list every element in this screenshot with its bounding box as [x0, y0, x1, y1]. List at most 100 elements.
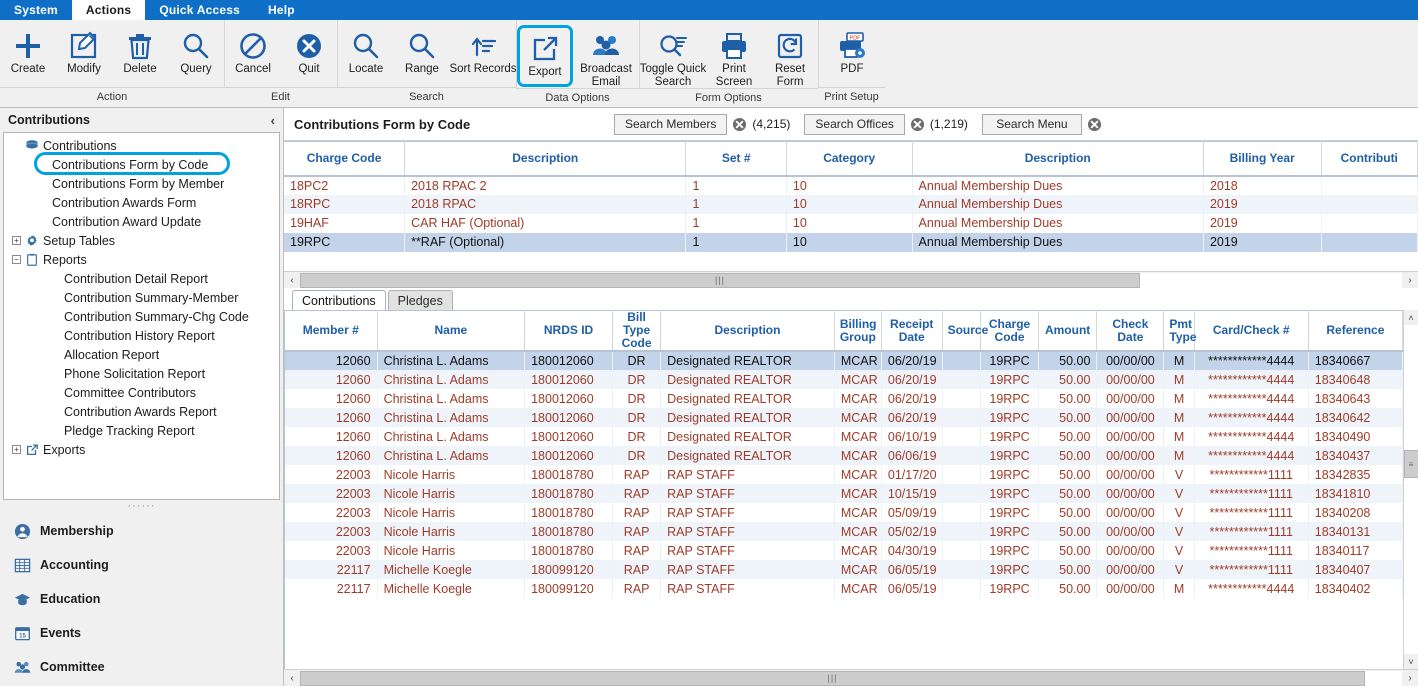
search-menu-button[interactable]: Search Menu [981, 113, 1082, 135]
tree-node-setup-tables[interactable]: + Setup Tables [4, 231, 279, 250]
clear-search-menu-icon[interactable] [1087, 117, 1102, 132]
table-row[interactable]: 12060 Christina L. Adams 180012060 DR Design… [285, 370, 1403, 389]
col-billing-year[interactable]: Billing Year [1203, 141, 1322, 177]
sidebar-item-contributions-form-by-code[interactable]: Contributions Form by Code [4, 152, 279, 175]
table-row[interactable]: 22117 Michelle Koegle 180099120 RAP RAP STAF… [285, 560, 1403, 579]
collapse-chevron-icon[interactable]: ‹ [271, 113, 275, 128]
hscroll-track[interactable]: ||| [300, 272, 1402, 288]
toggle-quick-search-button[interactable]: Toggle Quick Search [640, 25, 706, 88]
table-row-selected[interactable]: 19RPC **RAF (Optional) 1 10 Annual Membe… [284, 232, 1418, 252]
sidebar-item-allocation-report[interactable]: Allocation Report [4, 345, 279, 364]
sidebar-item-accounting[interactable]: Accounting [0, 548, 283, 582]
vscroll-thumb[interactable]: ≡ [1403, 450, 1418, 478]
table-row[interactable]: 22003 Nicole Harris 180018780 RAP RAP STAFF M… [285, 465, 1403, 484]
col-name[interactable]: Name [377, 310, 526, 352]
col-description-2[interactable]: Description [912, 141, 1204, 177]
clear-search-members-icon[interactable] [732, 117, 747, 132]
print-screen-button[interactable]: Print Screen [706, 25, 762, 88]
col-member-number[interactable]: Member # [285, 310, 378, 352]
hscroll-left-arrow-icon[interactable]: ‹ [284, 275, 300, 286]
sidebar-item-contribution-summary-chg-code[interactable]: Contribution Summary-Chg Code [4, 307, 279, 326]
col-nrds-id[interactable]: NRDS ID [524, 310, 613, 352]
hscroll-thumb[interactable]: ||| [300, 670, 1365, 686]
search-offices-button[interactable]: Search Offices [804, 113, 905, 135]
col-amount[interactable]: Amount [1038, 310, 1098, 352]
table-row[interactable]: 12060 Christina L. Adams 180012060 DR Design… [285, 389, 1403, 408]
tree-expander-plus[interactable]: + [10, 443, 23, 456]
col-description-1[interactable]: Description [404, 141, 687, 177]
col-contribution[interactable]: Contributi [1321, 141, 1418, 177]
sidebar-item-committee-contributors[interactable]: Committee Contributors [4, 383, 279, 402]
col-billing-group[interactable]: Billing Group [834, 310, 882, 352]
tree-expander[interactable] [10, 139, 23, 152]
table-row-selected[interactable]: 12060 Christina L. Adams 180012060 DR Design… [285, 351, 1403, 370]
cancel-button[interactable]: Cancel [225, 25, 281, 87]
sidebar-splitter[interactable]: ······ [0, 500, 283, 514]
col-check-date[interactable]: Check Date [1096, 310, 1165, 352]
quit-button[interactable]: Quit [281, 25, 337, 87]
tree-node-reports[interactable]: − Reports [4, 250, 279, 269]
sidebar-item-education[interactable]: Education [0, 582, 283, 616]
table-row[interactable]: 22003 Nicole Harris 180018780 RAP RAP STAFF M… [285, 541, 1403, 560]
modify-button[interactable]: Modify [56, 25, 112, 87]
charge-code-hscrollbar[interactable]: ‹ ||| › [284, 271, 1418, 288]
table-row[interactable]: 18PC2 2018 RPAC 2 1 10 Annual Membership… [284, 175, 1418, 195]
range-button[interactable]: Range [394, 25, 450, 87]
menu-item-quick-access[interactable]: Quick Access [145, 0, 254, 20]
col-card-check-number[interactable]: Card/Check # [1194, 310, 1309, 352]
tree-expander-plus[interactable]: + [10, 234, 23, 247]
col-bill-type-code[interactable]: Bill Type Code [612, 310, 662, 352]
table-row[interactable]: 22003 Nicole Harris 180018780 RAP RAP STAFF M… [285, 503, 1403, 522]
clear-search-offices-icon[interactable] [910, 117, 925, 132]
col-description[interactable]: Description [660, 310, 835, 352]
col-receipt-date[interactable]: Receipt Date [881, 310, 943, 352]
sidebar-item-contribution-summary-member[interactable]: Contribution Summary-Member [4, 288, 279, 307]
sidebar-item-committee[interactable]: Committee [0, 650, 283, 684]
hscroll-thumb[interactable]: ||| [300, 272, 1140, 288]
col-reference[interactable]: Reference [1308, 310, 1403, 352]
menu-item-system[interactable]: System [0, 0, 72, 20]
table-row[interactable]: 12060 Christina L. Adams 180012060 DR Design… [285, 408, 1403, 427]
locate-button[interactable]: Locate [338, 25, 394, 87]
col-pmt-type[interactable]: Pmt Type [1163, 310, 1197, 352]
table-row[interactable]: 22003 Nicole Harris 180018780 RAP RAP STAFF M… [285, 522, 1403, 541]
vscroll-up-arrow-icon[interactable]: ˄ [1408, 310, 1413, 325]
sidebar-item-contribution-awards-report[interactable]: Contribution Awards Report [4, 402, 279, 421]
col-category[interactable]: Category [786, 141, 913, 177]
tree-node-exports[interactable]: + Exports [4, 440, 279, 459]
sidebar-item-events[interactable]: 15 Events [0, 616, 283, 650]
col-source[interactable]: Source [942, 310, 988, 352]
tree-node-contributions[interactable]: Contributions [4, 136, 279, 155]
hscroll-right-arrow-icon[interactable]: › [1402, 275, 1418, 286]
sidebar-item-contribution-history-report[interactable]: Contribution History Report [4, 326, 279, 345]
detail-hscrollbar[interactable]: ‹ ||| › [284, 669, 1418, 686]
reset-form-button[interactable]: Reset Form [762, 25, 818, 88]
table-row[interactable]: 12060 Christina L. Adams 180012060 DR Design… [285, 427, 1403, 446]
table-row[interactable]: 22003 Nicole Harris 180018780 RAP RAP STAFF M… [285, 484, 1403, 503]
col-set-number[interactable]: Set # [685, 141, 787, 177]
tree-expander-minus[interactable]: − [10, 253, 23, 266]
hscroll-track[interactable]: ||| [300, 670, 1402, 686]
query-button[interactable]: Query [168, 25, 224, 87]
broadcast-email-button[interactable]: Broadcast Email [573, 25, 639, 88]
table-row[interactable]: 22117 Michelle Koegle 180099120 RAP RAP STAF… [285, 579, 1403, 598]
hscroll-left-arrow-icon[interactable]: ‹ [284, 673, 300, 684]
delete-button[interactable]: Delete [112, 25, 168, 87]
menu-item-actions[interactable]: Actions [71, 0, 146, 20]
sort-records-button[interactable]: Sort Records [449, 25, 517, 87]
create-button[interactable]: Create [0, 25, 56, 87]
sidebar-item-contribution-award-update[interactable]: Contribution Award Update [4, 212, 279, 231]
sidebar-item-contribution-awards-form[interactable]: Contribution Awards Form [4, 193, 279, 212]
sidebar-item-pledge-tracking-report[interactable]: Pledge Tracking Report [4, 421, 279, 440]
menu-item-help[interactable]: Help [254, 0, 309, 20]
vscroll-down-arrow-icon[interactable]: ˅ [1408, 654, 1413, 669]
col-charge-code[interactable]: Charge Code [980, 310, 1039, 352]
table-row[interactable]: 19HAF CAR HAF (Optional) 1 10 Annual Mem… [284, 213, 1418, 233]
table-row[interactable]: 12060 Christina L. Adams 180012060 DR Design… [285, 446, 1403, 465]
detail-vscrollbar[interactable]: ˄ ≡ ˅ [1403, 310, 1418, 669]
export-button[interactable]: Export [517, 25, 573, 87]
sidebar-item-contributions-form-by-member[interactable]: Contributions Form by Member [4, 174, 279, 193]
sidebar-item-phone-solicitation-report[interactable]: Phone Solicitation Report [4, 364, 279, 383]
search-members-button[interactable]: Search Members [614, 113, 728, 135]
pdf-button[interactable]: PDF PDF [819, 25, 885, 87]
